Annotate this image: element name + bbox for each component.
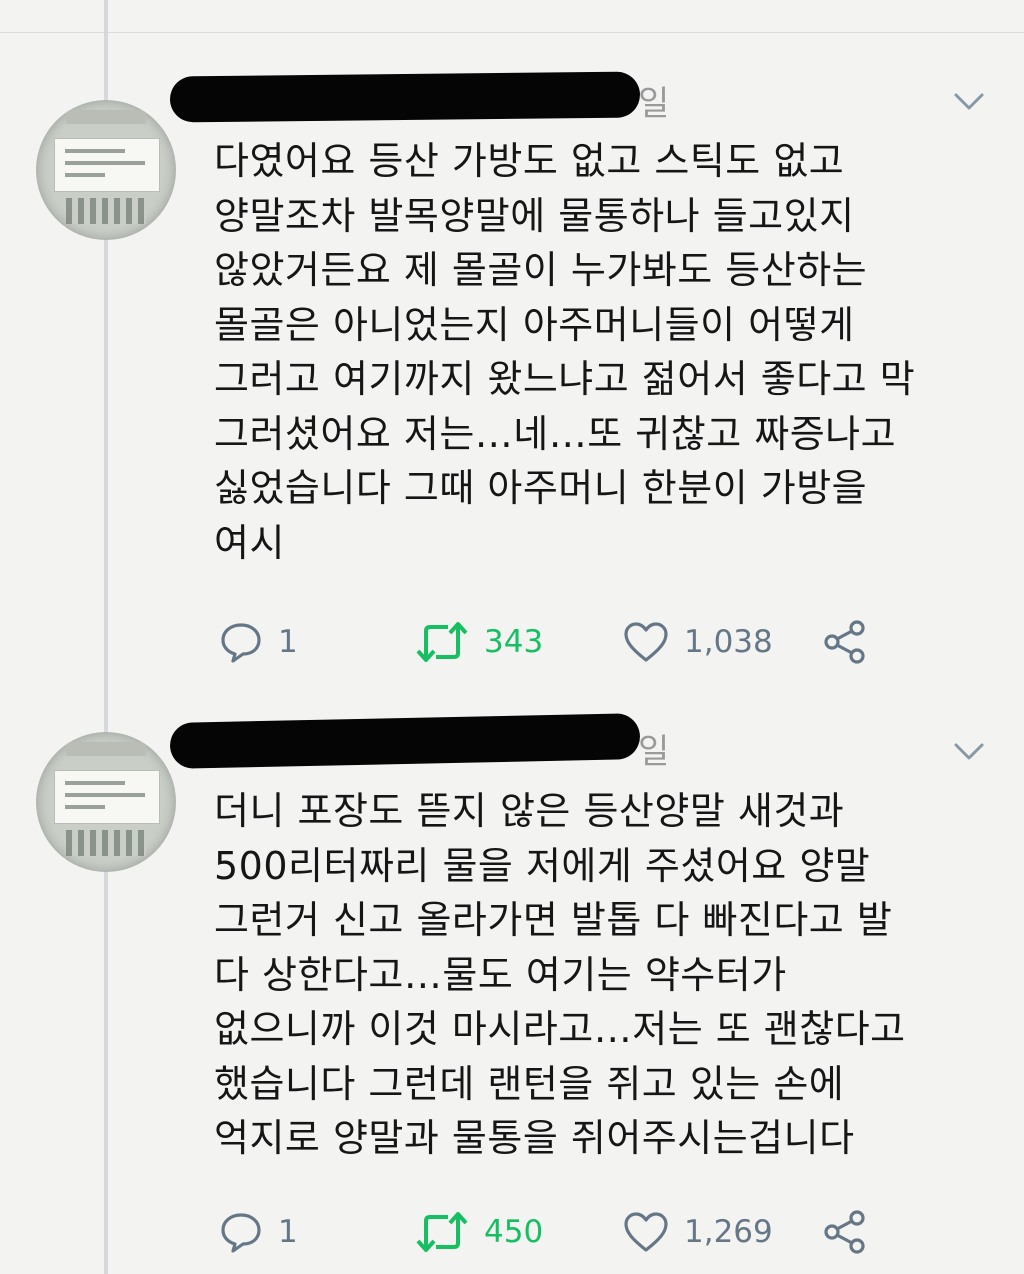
heart-icon <box>624 622 668 662</box>
retweet-button[interactable]: 450 <box>414 1204 543 1260</box>
tweet-date: 일 <box>638 84 670 124</box>
like-count: 1,269 <box>684 1214 773 1250</box>
avatar[interactable] <box>36 100 176 240</box>
share-button[interactable] <box>822 614 868 670</box>
retweet-count: 450 <box>484 1214 544 1250</box>
reply-icon <box>221 623 261 663</box>
share-icon <box>824 620 865 664</box>
like-count: 1,038 <box>684 624 773 660</box>
chevron-down-icon[interactable] <box>952 738 986 764</box>
tweet-text: 더니 포장도 뜯지 않은 등산양말 새것과 500리터짜리 물을 저에게 주셨어… <box>214 789 906 1160</box>
tweet-text: 다였어요 등산 가방도 없고 스틱도 없고 양말조차 발목양말에 물통하나 들고… <box>214 139 916 565</box>
thread-line <box>104 0 108 110</box>
avatar-detail <box>66 198 146 224</box>
retweet-icon <box>416 1212 468 1252</box>
thread-line <box>104 850 108 1274</box>
avatar-detail <box>66 830 146 856</box>
avatar-detail <box>66 742 146 756</box>
chevron-down-icon[interactable] <box>952 88 986 114</box>
reply-icon <box>221 1213 261 1253</box>
tweet-actions: 1 343 1,038 <box>214 614 914 670</box>
avatar-detail <box>54 138 160 192</box>
avatar-detail <box>54 770 160 824</box>
reply-count: 1 <box>278 624 298 660</box>
share-icon <box>824 1210 865 1254</box>
like-button[interactable]: 1,038 <box>622 614 773 670</box>
redacted-username <box>169 713 641 769</box>
heart-icon <box>624 1212 668 1252</box>
tweet-actions: 1 450 1,269 <box>214 1204 914 1260</box>
top-divider <box>0 0 1024 33</box>
redacted-username <box>169 71 641 123</box>
avatar-detail <box>66 110 146 124</box>
reply-count: 1 <box>278 1214 298 1250</box>
share-button[interactable] <box>822 1204 868 1260</box>
like-button[interactable]: 1,269 <box>622 1204 773 1260</box>
reply-button[interactable]: 1 <box>218 614 298 670</box>
retweet-count: 343 <box>484 624 544 660</box>
thread-line <box>104 205 108 745</box>
reply-button[interactable]: 1 <box>218 1204 298 1260</box>
tweet-date: 일 <box>638 732 670 772</box>
retweet-icon <box>416 622 468 662</box>
retweet-button[interactable]: 343 <box>414 614 543 670</box>
avatar[interactable] <box>36 732 176 872</box>
